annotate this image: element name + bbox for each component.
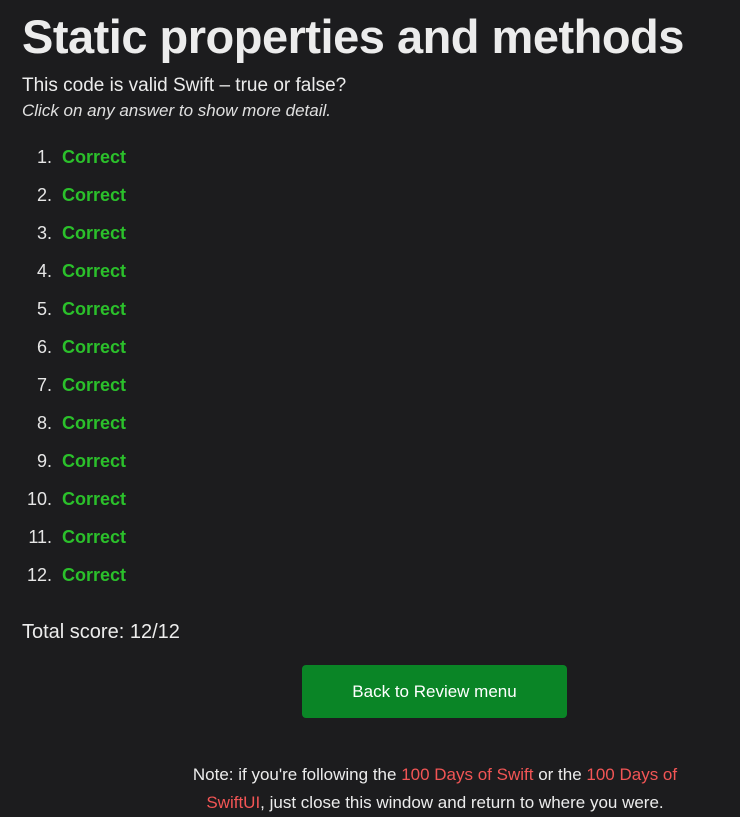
answer-number: 4. [36,260,52,281]
answer-item-8[interactable]: 8. Correct [22,404,722,442]
answer-item-1[interactable]: 1. Correct [22,138,722,176]
answer-result[interactable]: Correct [62,185,126,206]
back-to-review-menu-button[interactable]: Back to Review menu [302,665,567,718]
answer-result[interactable]: Correct [62,451,126,472]
answer-item-4[interactable]: 4. Correct [22,252,722,290]
answer-item-10[interactable]: 10. Correct [22,480,722,518]
100-days-of-swift-link[interactable]: 100 Days of Swift [401,765,533,784]
answer-number: 9. [36,450,52,471]
answer-item-12[interactable]: 12. Correct [22,556,722,594]
answer-item-3[interactable]: 3. Correct [22,214,722,252]
answer-result[interactable]: Correct [62,223,126,244]
answer-result[interactable]: Correct [62,565,126,586]
note-suffix: , just close this window and return to w… [260,793,664,812]
answer-result[interactable]: Correct [62,261,126,282]
answer-result[interactable]: Correct [62,489,126,510]
answer-result[interactable]: Correct [62,299,126,320]
quiz-results-page: Static properties and methods This code … [22,0,722,645]
answer-result[interactable]: Correct [62,147,126,168]
question-text: This code is valid Swift – true or false… [22,75,347,96]
answer-number: 11. [28,526,52,547]
answer-result[interactable]: Correct [62,375,126,396]
answer-item-6[interactable]: 6. Correct [22,328,722,366]
answer-item-2[interactable]: 2. Correct [22,176,722,214]
answer-item-9[interactable]: 9. Correct [22,442,722,480]
total-score: Total score: 12/12 [22,621,180,643]
answer-item-5[interactable]: 5. Correct [22,290,722,328]
note-middle: or the [533,765,587,784]
page-title: Static properties and methods [22,10,684,63]
answer-number: 2. [36,184,52,205]
answer-result[interactable]: Correct [62,337,126,358]
answer-result[interactable]: Correct [62,413,126,434]
note-prefix: Note: if you're following the [192,765,402,784]
instruction-hint: Click on any answer to show more detail. [22,101,331,120]
answer-number: 10. [26,488,52,509]
answer-result[interactable]: Correct [62,527,126,548]
answer-item-7[interactable]: 7. Correct [22,366,722,404]
answer-number: 12. [26,564,52,585]
answers-list: 1. Correct 2. Correct 3. Correct 4. Corr… [22,138,722,594]
answer-number: 7. [36,374,52,395]
answer-number: 3. [36,222,52,243]
footer-note: Note: if you're following the 100 Days o… [170,761,700,817]
answer-number: 5. [36,298,52,319]
answer-number: 1. [36,146,52,167]
answer-item-11[interactable]: 11. Correct [22,518,722,556]
answer-number: 6. [36,336,52,357]
answer-number: 8. [36,412,52,433]
